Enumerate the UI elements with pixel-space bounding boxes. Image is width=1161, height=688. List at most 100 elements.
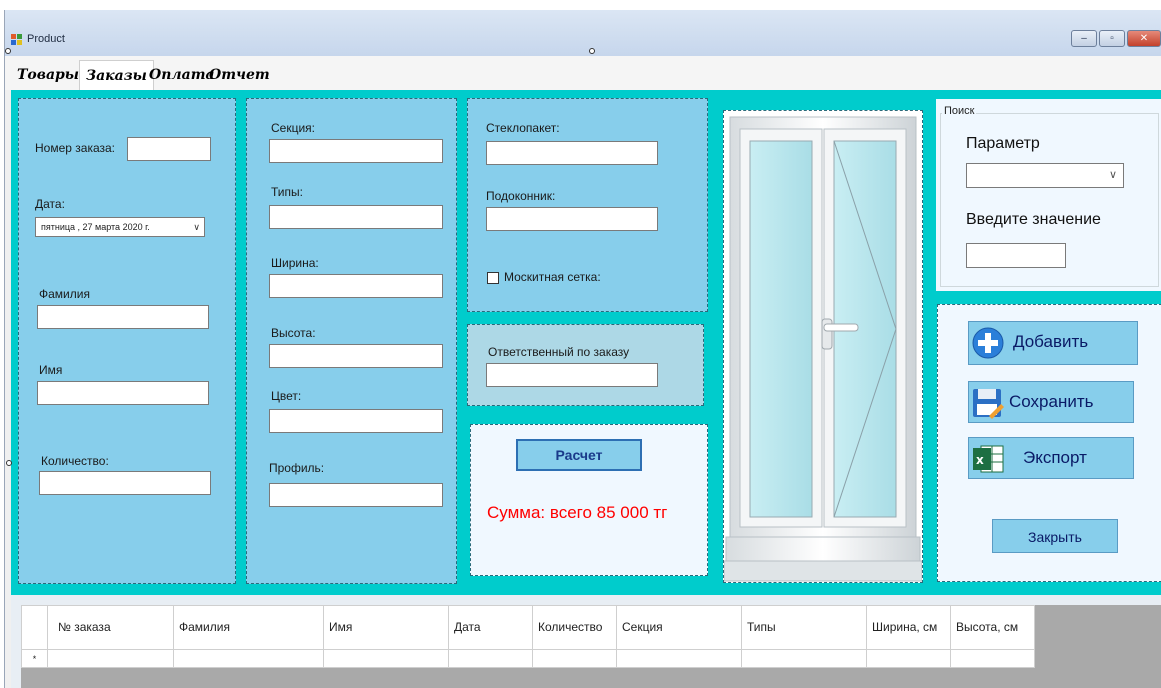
table-cell[interactable] [616, 649, 742, 668]
export-button-label: Экспорт [1023, 448, 1087, 467]
app-window: Product – ▫ ✕ Товары Заказы Оплата Отчет… [4, 10, 1161, 688]
excel-icon: x [973, 445, 1004, 473]
table-cell[interactable] [741, 649, 867, 668]
close-window-button[interactable]: ✕ [1127, 30, 1161, 47]
window-image [723, 110, 923, 583]
grid-header-row: № заказа Фамилия Имя Дата Количество Сек… [21, 605, 1035, 650]
table-cell[interactable] [950, 649, 1035, 668]
add-icon [972, 327, 1004, 359]
types-input[interactable] [269, 205, 443, 229]
pvc-door-icon [723, 116, 923, 582]
save-button-label: Сохранить [1009, 392, 1094, 411]
table-cell[interactable] [532, 649, 617, 668]
minimize-button[interactable]: – [1071, 30, 1097, 47]
tab-report[interactable]: Отчет [203, 60, 276, 90]
windowsill-label: Подоконник: [486, 189, 556, 203]
responsible-label: Ответственный по заказу [488, 345, 630, 359]
order-number-label: Номер заказа: [35, 141, 116, 155]
mosquito-net-label: Москитная сетка: [504, 270, 601, 284]
close-button[interactable]: Закрыть [992, 519, 1118, 553]
total-sum-text: Сумма: всего 85 000 тг [487, 503, 668, 522]
profile-label: Профиль: [269, 461, 325, 475]
date-label: Дата: [35, 197, 65, 211]
types-label: Типы: [271, 185, 303, 199]
svg-text:x: x [976, 453, 984, 467]
responsible-input[interactable] [486, 363, 658, 387]
height-label: Высота: [271, 326, 316, 340]
row-header-corner [21, 605, 48, 650]
resize-handle-left[interactable] [6, 460, 12, 466]
close-button-label: Закрыть [1028, 529, 1082, 545]
name-input[interactable] [37, 381, 209, 405]
width-label: Ширина: [271, 256, 319, 270]
glass-unit-input[interactable] [486, 141, 658, 165]
maximize-icon: ▫ [1110, 32, 1114, 44]
quantity-input[interactable] [39, 471, 211, 495]
column-header-quantity[interactable]: Количество [532, 605, 617, 650]
save-button[interactable]: Сохранить [968, 381, 1134, 423]
minimize-icon: – [1081, 32, 1087, 44]
floppy-disk-icon [973, 389, 1004, 419]
glass-unit-label: Стеклопакет: [486, 121, 560, 135]
column-header-surname[interactable]: Фамилия [173, 605, 324, 650]
dimensions-panel: Секция: Типы: Ширина: Высота: Цвет: Проф… [246, 98, 457, 584]
tab-products[interactable]: Товары [11, 60, 85, 90]
order-info-panel: Номер заказа: Дата: пятница , 27 марта 2… [18, 98, 236, 584]
value-label: Введите значение [966, 211, 1101, 228]
surname-input[interactable] [37, 305, 209, 329]
new-row-marker: * [21, 649, 48, 668]
mosquito-net-checkbox[interactable] [487, 272, 499, 284]
actions-panel: Добавить Сохранить x Экспорт Закрыть [937, 304, 1161, 582]
width-input[interactable] [269, 274, 443, 298]
column-header-width[interactable]: Ширина, см [866, 605, 951, 650]
maximize-button[interactable]: ▫ [1099, 30, 1125, 47]
move-handle[interactable] [5, 48, 11, 54]
responsible-panel: Ответственный по заказу [467, 324, 704, 406]
order-number-input[interactable] [127, 137, 211, 161]
height-input[interactable] [269, 344, 443, 368]
column-header-name[interactable]: Имя [323, 605, 449, 650]
table-cell[interactable] [448, 649, 533, 668]
table-cell[interactable] [323, 649, 449, 668]
column-header-date[interactable]: Дата [448, 605, 533, 650]
parameter-label: Параметр [966, 135, 1040, 152]
chevron-down-icon: ∨ [193, 222, 200, 232]
table-cell[interactable] [47, 649, 174, 668]
calculate-button[interactable]: Расчет [516, 439, 642, 471]
orders-grid[interactable]: № заказа Фамилия Имя Дата Количество Сек… [21, 605, 1035, 668]
column-header-section[interactable]: Секция [616, 605, 742, 650]
section-label: Секция: [271, 121, 315, 135]
close-icon: ✕ [1139, 32, 1149, 44]
date-value: пятница , 27 марта 2020 г. [41, 222, 150, 232]
chevron-down-icon: ∨ [1108, 169, 1117, 181]
surname-label: Фамилия [39, 287, 90, 301]
column-header-types[interactable]: Типы [741, 605, 867, 650]
search-value-input[interactable] [966, 243, 1066, 268]
window-title: Product [27, 33, 65, 45]
search-group-title: Поиск [942, 105, 977, 117]
date-picker[interactable]: пятница , 27 марта 2020 г. ∨ [35, 217, 205, 237]
add-button-label: Добавить [1013, 332, 1089, 351]
profile-input[interactable] [269, 483, 443, 507]
color-label: Цвет: [271, 389, 302, 403]
table-cell[interactable] [173, 649, 324, 668]
add-button[interactable]: Добавить [968, 321, 1138, 365]
name-label: Имя [39, 363, 63, 377]
export-button[interactable]: x Экспорт [968, 437, 1134, 479]
parameter-select[interactable]: ∨ [966, 163, 1124, 188]
column-header-order-number[interactable]: № заказа [47, 605, 174, 650]
windowsill-input[interactable] [486, 207, 658, 231]
title-bar[interactable]: Product – ▫ ✕ [5, 10, 1161, 56]
app-icon [11, 34, 23, 46]
color-input[interactable] [269, 409, 443, 433]
table-cell[interactable] [866, 649, 951, 668]
search-panel: Поиск Параметр ∨ Введите значение [935, 98, 1161, 292]
resize-handle-top[interactable] [589, 48, 595, 54]
orders-form: Номер заказа: Дата: пятница , 27 марта 2… [11, 90, 1161, 595]
orders-grid-area: № заказа Фамилия Имя Дата Количество Сек… [11, 595, 1161, 688]
calculation-panel: Расчет Сумма: всего 85 000 тг [470, 424, 708, 576]
column-header-height[interactable]: Высота, см [950, 605, 1035, 650]
table-row-new[interactable]: * [21, 649, 1035, 668]
tab-strip: Товары Заказы Оплата Отчет [5, 56, 1161, 90]
section-input[interactable] [269, 139, 443, 163]
